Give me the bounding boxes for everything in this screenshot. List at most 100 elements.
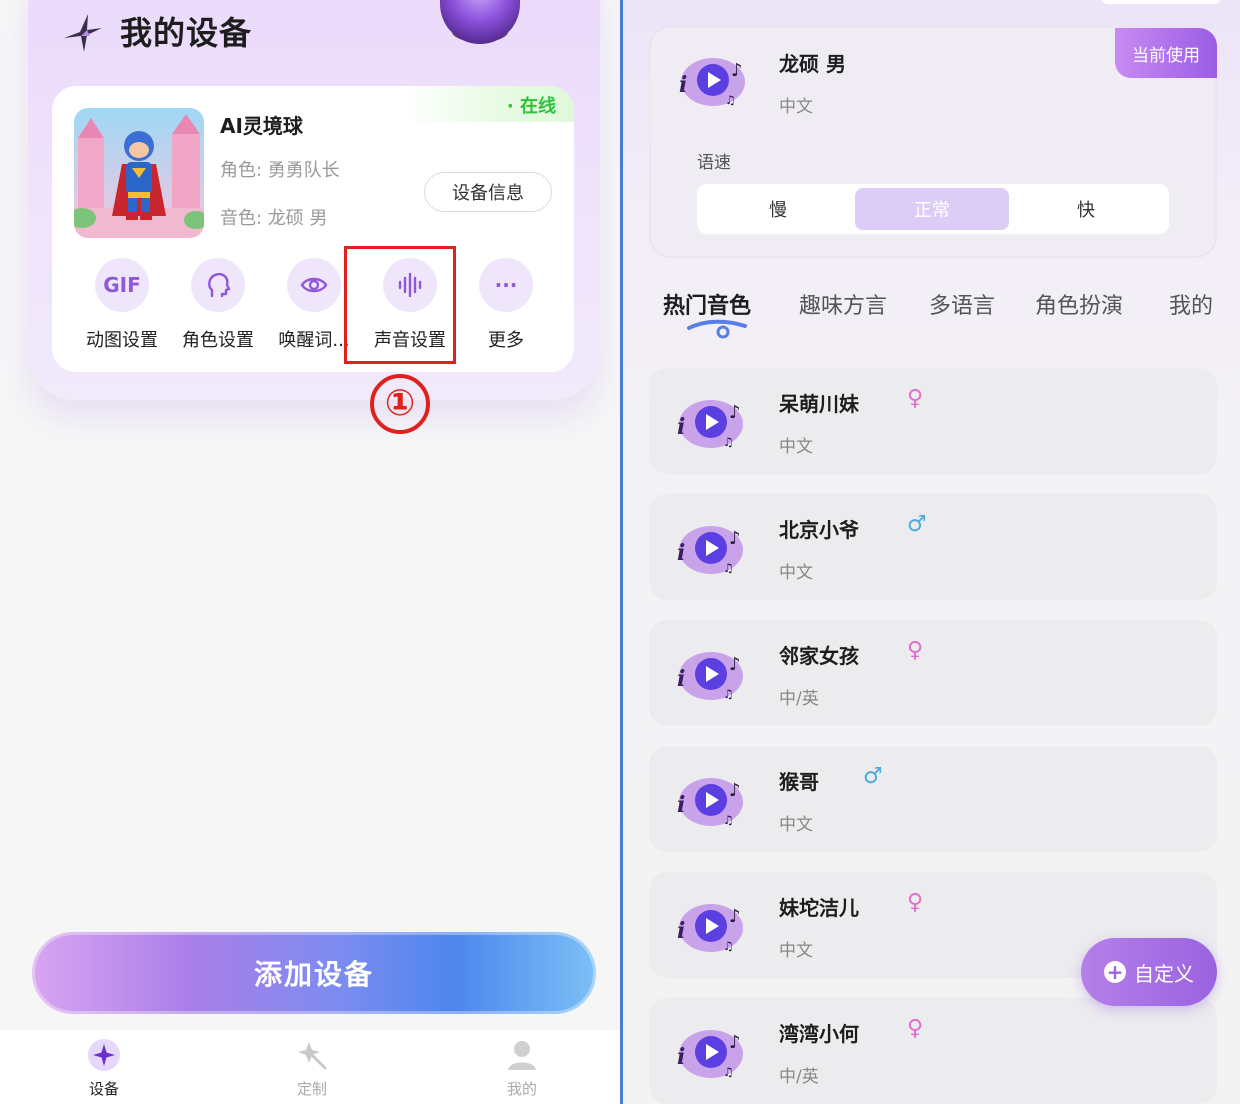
svg-text:♫: ♫ — [723, 435, 734, 449]
user-icon — [508, 1041, 536, 1070]
svg-text:♪: ♪ — [729, 780, 741, 801]
voice-lang: 中文 — [779, 815, 813, 835]
head-profile-icon — [191, 258, 245, 312]
voice-list-item[interactable]: i ♪ ♫ 呆萌川妹 ♀ 中文 — [649, 368, 1217, 474]
tool-label: 更多 — [488, 330, 524, 351]
voice-name: 湾湾小何 — [779, 1022, 859, 1046]
voice-play-icon[interactable]: i ♪ ♫ — [673, 48, 749, 112]
svg-text:♫: ♫ — [723, 813, 734, 827]
svg-text:i: i — [679, 72, 687, 98]
device-screen: 我的设备 · 在线 AI灵境球 角色: 勇勇队长 音色: 龙硕 男 设备信息 G… — [0, 0, 620, 1104]
voice-name: 邻家女孩 — [779, 644, 859, 668]
speed-segmented-control: 慢 正常 快 — [697, 184, 1169, 234]
speed-option-normal[interactable]: 正常 — [855, 188, 1009, 230]
active-tab-underline — [687, 319, 747, 339]
tab-mine[interactable]: 我的 — [482, 1038, 562, 1099]
annotation-step-marker: ① — [370, 374, 430, 434]
add-device-button[interactable]: 添加设备 — [32, 932, 596, 1014]
voice-name: 北京小爷 — [779, 518, 859, 542]
more-dots-icon: ··· — [479, 258, 533, 312]
voice-name: 猴哥 — [779, 770, 819, 794]
current-voice-name: 龙硕 男 — [779, 52, 846, 76]
annotation-highlight-box — [344, 246, 456, 364]
gif-icon: GIF — [95, 258, 149, 312]
tab-fun-dialect[interactable]: 趣味方言 — [799, 288, 887, 320]
eye-icon — [287, 258, 341, 312]
svg-text:i: i — [677, 1044, 685, 1070]
plus-icon: + — [1104, 961, 1126, 983]
voice-settings-screen: i ♪ ♫ 龙硕 男 中文 当前使用 语速 慢 正常 快 热门音色 趣味方言 多… — [623, 0, 1240, 1104]
svg-text:i: i — [677, 666, 685, 692]
online-status-badge: · 在线 — [506, 96, 556, 117]
voice-list-item[interactable]: i ♪ ♫ 北京小爷 ♂ 中文 — [649, 494, 1217, 600]
device-info-button[interactable]: 设备信息 — [424, 172, 552, 212]
female-icon: ♀ — [907, 1016, 924, 1041]
device-name: AI灵境球 — [220, 114, 303, 138]
svg-text:♫: ♫ — [723, 561, 734, 575]
voice-lang: 中文 — [779, 563, 813, 583]
tab-roleplay[interactable]: 角色扮演 — [1035, 288, 1123, 320]
voice-lang: 中文 — [779, 941, 813, 961]
tab-mine[interactable]: 我的 — [1169, 288, 1213, 320]
device-tools-row: GIF 动图设置 角色设置 唤醒词... 声音设置 ··· 更多 — [74, 258, 554, 351]
voice-lang: 中文 — [779, 437, 813, 457]
device-voice: 音色: 龙硕 男 — [220, 208, 328, 229]
voice-lang: 中/英 — [779, 1067, 819, 1087]
voice-name: 呆萌川妹 — [779, 392, 859, 416]
svg-text:♫: ♫ — [723, 687, 734, 701]
tab-multilingual[interactable]: 多语言 — [929, 288, 995, 320]
custom-voice-button[interactable]: + 自定义 — [1081, 938, 1217, 1006]
voice-play-icon[interactable]: i ♪ ♫ — [671, 768, 747, 832]
tab-label: 设备 — [88, 1080, 119, 1098]
page-title: 我的设备 — [120, 14, 253, 52]
tool-role-settings[interactable]: 角色设置 — [170, 258, 266, 352]
current-use-badge: 当前使用 — [1115, 28, 1217, 78]
svg-text:♪: ♪ — [729, 1032, 741, 1053]
magic-wand-icon — [298, 1042, 327, 1070]
svg-text:♪: ♪ — [731, 60, 743, 81]
speed-option-slow[interactable]: 慢 — [701, 188, 855, 230]
svg-text:♫: ♫ — [725, 93, 736, 107]
current-voice-card: i ♪ ♫ 龙硕 男 中文 当前使用 语速 慢 正常 快 — [649, 26, 1217, 258]
voice-play-icon[interactable]: i ♪ ♫ — [671, 642, 747, 706]
svg-text:♪: ♪ — [729, 402, 741, 423]
tab-label: 我的 — [506, 1080, 537, 1098]
current-voice-lang: 中文 — [779, 97, 813, 117]
female-icon: ♀ — [907, 386, 924, 411]
svg-text:i: i — [677, 540, 685, 566]
voice-play-icon[interactable]: i ♪ ♫ — [671, 1020, 747, 1084]
tool-label: 角色设置 — [182, 330, 254, 351]
voice-lang: 中/英 — [779, 689, 819, 709]
tool-label: 动图设置 — [86, 330, 158, 351]
device-card[interactable]: · 在线 AI灵境球 角色: 勇勇队长 音色: 龙硕 男 设备信息 GIF 动图… — [52, 86, 574, 372]
svg-text:♪: ♪ — [729, 654, 741, 675]
svg-text:i: i — [677, 918, 685, 944]
female-icon: ♀ — [907, 890, 924, 915]
svg-text:♫: ♫ — [723, 939, 734, 953]
speed-option-fast[interactable]: 快 — [1009, 188, 1163, 230]
voice-name: 妹坨洁儿 — [779, 896, 859, 920]
tool-gif-settings[interactable]: GIF 动图设置 — [74, 258, 170, 352]
tool-more[interactable]: ··· 更多 — [458, 258, 554, 352]
custom-voice-label: 自定义 — [1134, 961, 1194, 986]
speed-label: 语速 — [697, 153, 731, 173]
sparkle-icon — [88, 1039, 120, 1071]
svg-text:♫: ♫ — [723, 1065, 734, 1079]
tab-device[interactable]: 设备 — [64, 1038, 144, 1099]
tool-label: 唤醒词... — [278, 330, 350, 351]
voice-play-icon[interactable]: i ♪ ♫ — [671, 516, 747, 580]
voice-play-icon[interactable]: i ♪ ♫ — [671, 390, 747, 454]
top-pill — [1101, 0, 1221, 4]
voice-list-item[interactable]: i ♪ ♫ 邻家女孩 ♀ 中/英 — [649, 620, 1217, 726]
svg-text:♪: ♪ — [729, 528, 741, 549]
voice-list-item[interactable]: i ♪ ♫ 湾湾小何 ♀ 中/英 — [649, 998, 1217, 1104]
male-icon: ♂ — [907, 512, 927, 537]
page-header: 我的设备 — [60, 8, 252, 54]
voice-play-icon[interactable]: i ♪ ♫ — [671, 894, 747, 958]
voice-list-item[interactable]: i ♪ ♫ 猴哥 ♂ 中文 — [649, 746, 1217, 852]
tab-customize[interactable]: 定制 — [272, 1038, 352, 1099]
female-icon: ♀ — [907, 638, 924, 663]
sparkle-logo-icon — [64, 14, 102, 52]
bottom-tab-bar: 设备 定制 我的 — [0, 1030, 620, 1104]
device-role: 角色: 勇勇队长 — [220, 160, 340, 181]
